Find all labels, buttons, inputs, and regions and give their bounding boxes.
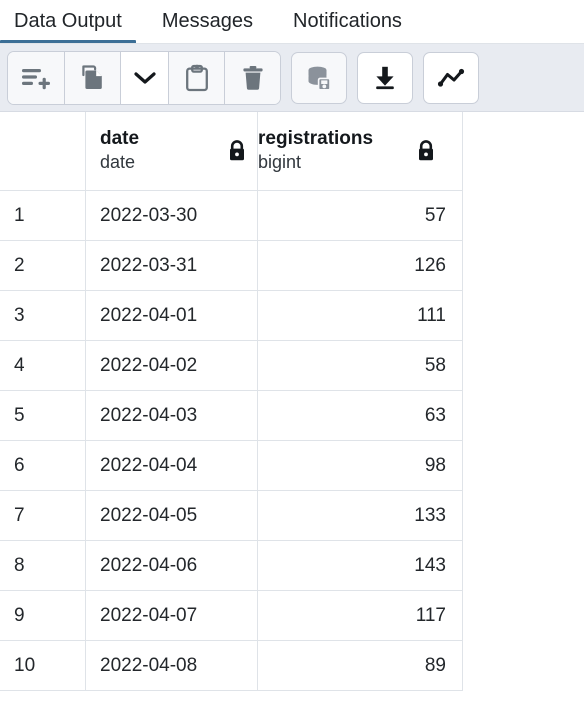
cell-registrations[interactable]: 98 (258, 441, 462, 490)
save-data-changes-button[interactable] (291, 51, 347, 104)
delete-button[interactable] (224, 51, 280, 104)
cell-date[interactable]: 2022-04-03 (86, 391, 258, 440)
row-number: 6 (0, 441, 86, 490)
paste-button[interactable] (168, 51, 224, 104)
table-row[interactable]: 7 2022-04-05 133 (0, 491, 462, 541)
data-output-toolbar (0, 44, 584, 112)
table-row[interactable]: 9 2022-04-07 117 (0, 591, 462, 641)
cell-registrations[interactable]: 143 (258, 541, 462, 590)
row-number: 9 (0, 591, 86, 640)
table-row[interactable]: 6 2022-04-04 98 (0, 441, 462, 491)
column-header-date[interactable]: date date (86, 112, 258, 190)
clipboard-icon (185, 64, 208, 91)
tab-notifications[interactable]: Notifications (293, 11, 402, 43)
table-row[interactable]: 8 2022-04-06 143 (0, 541, 462, 591)
column-header-date-name: date (100, 128, 140, 150)
cell-date[interactable]: 2022-04-07 (86, 591, 258, 640)
table-row[interactable]: 2 2022-03-31 126 (0, 241, 462, 291)
cell-registrations[interactable]: 58 (258, 341, 462, 390)
column-header-registrations[interactable]: registrations bigint (258, 112, 462, 190)
tab-data-output-label: Data Output (14, 10, 122, 32)
row-number: 3 (0, 291, 86, 340)
edit-button-group (7, 50, 281, 105)
column-header-registrations-name: registrations (258, 128, 374, 150)
row-number: 8 (0, 541, 86, 590)
lock-icon (419, 140, 433, 161)
tab-messages[interactable]: Messages (162, 11, 253, 43)
cell-date[interactable]: 2022-03-30 (86, 191, 258, 240)
cell-registrations[interactable]: 63 (258, 391, 462, 440)
table-row[interactable]: 1 2022-03-30 57 (0, 191, 462, 241)
database-save-icon (308, 66, 331, 91)
line-chart-icon (437, 68, 465, 87)
tab-notifications-label: Notifications (293, 10, 402, 32)
table-row[interactable]: 3 2022-04-01 111 (0, 291, 462, 341)
results-grid: date date registrations bigint 1 2022-03… (0, 112, 463, 691)
copy-button[interactable] (64, 51, 120, 104)
cell-registrations[interactable]: 57 (258, 191, 462, 240)
tab-data-output[interactable]: Data Output (0, 10, 136, 44)
lines-plus-icon (22, 68, 50, 89)
row-number: 2 (0, 241, 86, 290)
table-row[interactable]: 5 2022-04-03 63 (0, 391, 462, 441)
chevron-down-icon (133, 71, 156, 84)
row-number: 10 (0, 641, 86, 690)
copy-icon (81, 64, 102, 89)
download-results-button[interactable] (357, 51, 413, 104)
copy-options-button[interactable] (120, 51, 168, 104)
row-number: 5 (0, 391, 86, 440)
tab-messages-label: Messages (161, 10, 253, 32)
cell-registrations[interactable]: 89 (258, 641, 462, 690)
add-rows-button[interactable] (8, 51, 64, 104)
cell-registrations[interactable]: 117 (258, 591, 462, 640)
cell-date[interactable]: 2022-03-31 (86, 241, 258, 290)
graph-visualiser-button[interactable] (423, 51, 479, 104)
cell-date[interactable]: 2022-04-04 (86, 441, 258, 490)
cell-registrations[interactable]: 111 (258, 291, 462, 340)
row-number: 1 (0, 191, 86, 240)
cell-date[interactable]: 2022-04-08 (86, 641, 258, 690)
column-header-registrations-type: bigint (258, 152, 302, 173)
cell-registrations[interactable]: 126 (258, 241, 462, 290)
result-tabs: Data Output Messages Notifications (0, 0, 584, 44)
cell-date[interactable]: 2022-04-06 (86, 541, 258, 590)
download-icon (376, 66, 394, 89)
table-row[interactable]: 10 2022-04-08 89 (0, 641, 462, 691)
table-row[interactable]: 4 2022-04-02 58 (0, 341, 462, 391)
row-number: 7 (0, 491, 86, 540)
cell-date[interactable]: 2022-04-02 (86, 341, 258, 390)
row-number: 4 (0, 341, 86, 390)
grid-header-row: date date registrations bigint (0, 112, 462, 191)
cell-date[interactable]: 2022-04-01 (86, 291, 258, 340)
row-number-header (0, 112, 86, 190)
cell-date[interactable]: 2022-04-05 (86, 491, 258, 540)
lock-icon (230, 140, 244, 161)
trash-icon (242, 65, 263, 90)
column-header-date-type: date (100, 152, 136, 173)
cell-registrations[interactable]: 133 (258, 491, 462, 540)
